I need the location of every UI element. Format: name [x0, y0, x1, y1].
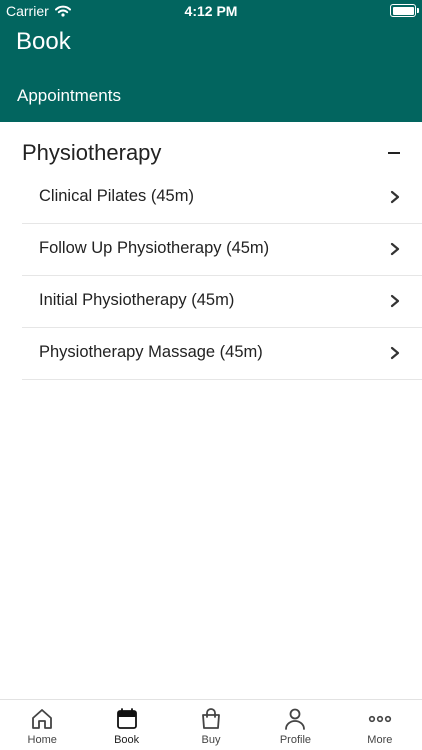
list-item[interactable]: Follow Up Physiotherapy (45m)	[22, 224, 422, 276]
status-bar: Carrier 4:12 PM	[0, 0, 422, 22]
tab-label: Home	[27, 734, 57, 746]
list-item-label: Clinical Pilates (45m)	[39, 187, 194, 205]
list-item-label: Initial Physiotherapy (45m)	[39, 291, 235, 309]
chevron-right-icon	[390, 346, 400, 360]
list-item[interactable]: Clinical Pilates (45m)	[22, 172, 422, 224]
header: Carrier 4:12 PM Book Appointments	[0, 0, 422, 122]
calendar-icon	[116, 708, 137, 729]
battery-icon	[390, 4, 419, 17]
section-title: Physiotherapy	[22, 140, 162, 165]
collapse-icon[interactable]	[388, 152, 400, 154]
chevron-right-icon	[390, 242, 400, 256]
page-subtitle: Appointments	[17, 86, 121, 105]
tab-label: More	[367, 734, 393, 746]
more-icon	[368, 715, 391, 723]
person-icon	[285, 708, 306, 730]
tab-more[interactable]: More	[338, 700, 422, 750]
chevron-right-icon	[390, 294, 400, 308]
section-header[interactable]: Physiotherapy	[0, 122, 422, 172]
list-item-label: Physiotherapy Massage (45m)	[39, 343, 263, 361]
page-title: Book	[16, 28, 71, 55]
tab-profile[interactable]: Profile	[253, 700, 337, 750]
list-item-label: Follow Up Physiotherapy (45m)	[39, 239, 270, 257]
tab-buy[interactable]: Buy	[169, 700, 253, 750]
tab-book[interactable]: Book	[84, 700, 168, 750]
tab-label: Profile	[279, 734, 312, 746]
tab-label: Book	[114, 734, 140, 746]
tab-bar: Home Book Buy Profile More	[0, 699, 422, 750]
appointment-list: Clinical Pilates (45m) Follow Up Physiot…	[0, 172, 422, 380]
home-icon	[32, 709, 53, 729]
chevron-right-icon	[390, 190, 400, 204]
tab-home[interactable]: Home	[0, 700, 84, 750]
bag-icon	[202, 708, 220, 729]
status-time: 4:12 PM	[184, 3, 238, 19]
list-item[interactable]: Initial Physiotherapy (45m)	[22, 276, 422, 328]
list-item[interactable]: Physiotherapy Massage (45m)	[22, 328, 422, 380]
tab-label: Buy	[201, 734, 221, 746]
